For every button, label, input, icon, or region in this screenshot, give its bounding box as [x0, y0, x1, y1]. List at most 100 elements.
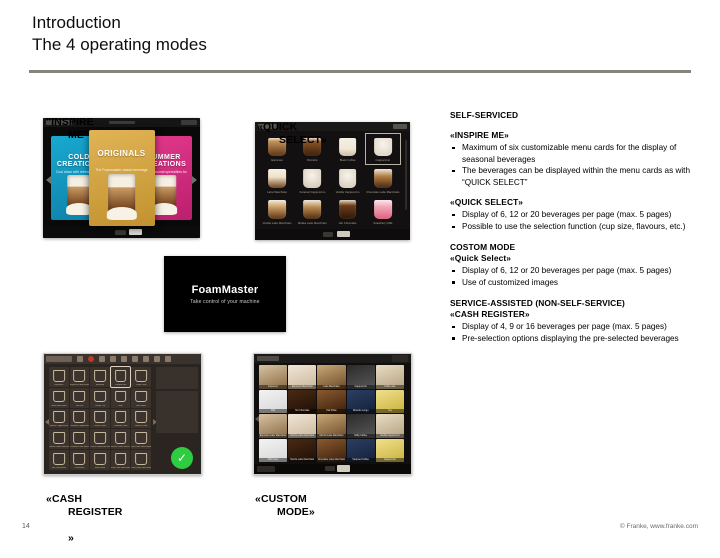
prev-page-arrow-icon — [255, 416, 259, 423]
beverage-tile[interactable]: Mocha Latte Macchiato — [288, 438, 317, 462]
beverage-tile[interactable]: Caramel Latte — [110, 408, 131, 429]
beverage-tile[interactable]: Tea — [375, 389, 404, 413]
beverage-tile[interactable]: Milk Foam — [259, 438, 288, 462]
beverage-cup-icon — [73, 390, 86, 403]
caption-inspire-me-line2: ME" — [68, 129, 90, 141]
beverage-label: Caffe Latte — [375, 384, 404, 389]
beverage-tile[interactable]: Ristretto — [90, 367, 110, 387]
beverage-tile[interactable]: Choco Latte Macchiato — [90, 429, 110, 450]
menu-icon — [165, 356, 171, 362]
beverage-cup-icon — [73, 432, 86, 445]
title-divider — [29, 70, 691, 73]
beverage-tile[interactable]: Cappuccino — [346, 365, 375, 389]
beverage-cup-icon — [114, 369, 127, 382]
beverage-tile[interactable]: Black Coffee — [331, 134, 365, 164]
beverage-tile[interactable]: Vanilla Latte Macchiato — [49, 429, 69, 450]
beverage-label: Mocha Latte Macchiato — [110, 446, 131, 449]
beverage-cup-icon — [114, 411, 127, 424]
beverage-tile[interactable]: Mokka Latte Macchiato — [295, 197, 329, 227]
beverage-tile[interactable]: Tea Pot — [69, 387, 90, 408]
beverage-tile[interactable]: Chocolate Latte Macchiato — [317, 438, 346, 462]
beverage-tile[interactable]: Caffe Latte — [375, 365, 404, 389]
beverage-tile[interactable]: Caramel Cappuccino — [69, 408, 90, 429]
beverage-glass-icon — [268, 168, 287, 188]
beverage-tile[interactable]: Caffe Latte — [131, 367, 151, 387]
beverage-tile[interactable]: Mocha Latte Macchiato — [288, 414, 317, 438]
beverage-tile[interactable]: Mocha Latte — [131, 408, 151, 429]
beverage-label: Vanilla Latte Macchiato — [262, 222, 292, 225]
beverage-tile[interactable]: Hot Chocolate — [331, 197, 365, 227]
beverage-tile[interactable]: Caramel Cappuccino — [295, 165, 329, 195]
option-panel — [156, 367, 198, 389]
beverage-tile[interactable]: Vanilla Latte Macchiato — [260, 197, 294, 227]
beverage-tile[interactable]: Cappuccino — [375, 438, 404, 462]
beverage-tile[interactable]: Steamed Coffee — [346, 438, 375, 462]
beverage-tile[interactable]: Espresso Macchiato — [69, 367, 90, 387]
beverage-label: Flat White — [317, 409, 346, 413]
beverage-tile[interactable]: Hot Chocolate — [288, 389, 317, 413]
beverage-tile[interactable]: Cappuccino — [364, 132, 402, 166]
beverage-tile[interactable]: Nut Latte Macchiato — [131, 429, 151, 450]
foam-icon — [151, 203, 177, 215]
beverage-label: Hot Chocolate — [338, 222, 357, 225]
beverage-tile[interactable]: Espresso — [259, 365, 288, 389]
beverage-tile[interactable]: Mocha Latte Macchiato — [317, 414, 346, 438]
beverage-tile[interactable]: Ristretto Lungo — [346, 389, 375, 413]
clock-indicator — [181, 120, 197, 125]
beverage-tile[interactable]: Milky Coffee — [346, 414, 375, 438]
beverage-label: Chocolate — [74, 466, 85, 469]
custom-mode-bottombar — [254, 464, 411, 474]
beverage-label: Choco Latte — [94, 425, 106, 428]
beverage-cup-icon — [94, 411, 106, 424]
beverage-tile[interactable]: Coffee Pot — [90, 387, 110, 408]
beverage-label: Espresso Macchiato — [69, 383, 90, 386]
beverage-tile[interactable]: Vanilla Cappuccino — [331, 165, 365, 195]
beverage-tile[interactable]: Espresso Macchiato — [288, 365, 317, 389]
beverage-tile[interactable]: Milk — [259, 389, 288, 413]
caption-cash-register-line3: » — [68, 532, 74, 544]
beverage-cup-icon — [94, 432, 106, 445]
carousel-next-arrow-icon — [192, 176, 197, 184]
foammaster-title: FoamMaster — [191, 283, 259, 296]
beverage-tile[interactable]: Latte Macchiato — [49, 387, 69, 408]
caption-quick-select: «QUICK SELECT» — [257, 108, 327, 160]
confirm-button[interactable]: ✓ — [171, 447, 193, 469]
beverage-tile[interactable]: Choco Latte — [90, 408, 110, 429]
beverage-tile[interactable]: Iced Latte Macchiato — [110, 450, 131, 470]
caption-quick-select-line2: SELECT» — [279, 134, 327, 146]
beverage-cup-icon — [52, 411, 65, 424]
caption-cash-register: «CASH REGISTER » — [46, 480, 122, 558]
beverage-cup-icon — [135, 369, 148, 382]
beverage-tile[interactable]: Espresso — [49, 367, 69, 387]
beverage-tile[interactable]: Cappuccino — [109, 366, 132, 388]
beverage-tile[interactable]: Chocolate Latte Macchiato — [366, 165, 400, 195]
beverage-tile[interactable]: Hot Chocolate — [49, 450, 69, 470]
beverage-tile[interactable]: Mocha Latte Macchiato — [110, 429, 131, 450]
description-panel: SELF-SERVICED «INSPIRE ME» Maximum of si… — [450, 110, 695, 344]
beverage-tile[interactable]: Espresso Latte Macchiato — [259, 414, 288, 438]
beverage-cup-icon — [114, 452, 127, 465]
beverage-tile[interactable]: Milk Foam — [90, 450, 110, 470]
beverage-tile[interactable]: Caramel Latte Macchiato — [69, 429, 90, 450]
beverage-tile[interactable]: Chocolate — [69, 450, 90, 470]
beverage-cup-icon — [94, 452, 106, 465]
heart-icon — [132, 356, 138, 362]
beverage-tile[interactable]: Iced Latte Macchiato — [131, 450, 151, 470]
beverage-tile[interactable]: Latte Macchiato — [317, 365, 346, 389]
caption-inspire-me: "INSPIRE ME" — [46, 103, 94, 155]
beverage-tile[interactable]: Flat White — [317, 389, 346, 413]
beverage-glass-icon — [373, 168, 392, 188]
menu-card-originals: ORIGINALS The Foammaster classic beverag… — [88, 130, 155, 226]
beverage-tile[interactable]: Vanilla Cappuccino — [375, 414, 404, 438]
beverage-label: Mokka Latte Macchiato — [297, 222, 327, 225]
beverage-tile[interactable]: Latte Macchiato — [260, 165, 294, 195]
beverage-tile[interactable]: Milk — [110, 387, 131, 408]
bullet-list-quick-select: Display of 6, 12 or 20 beverages per pag… — [450, 209, 695, 232]
beverage-tile[interactable]: Vanilla Cappuccino — [49, 408, 69, 429]
beverage-tile[interactable]: Hot Water — [131, 387, 151, 408]
copyright-notice: © Franke, www.franke.com — [619, 523, 698, 530]
beverage-tile[interactable]: Strawberry Milk — [366, 197, 400, 227]
beverage-label: Milky Coffee — [346, 433, 375, 438]
